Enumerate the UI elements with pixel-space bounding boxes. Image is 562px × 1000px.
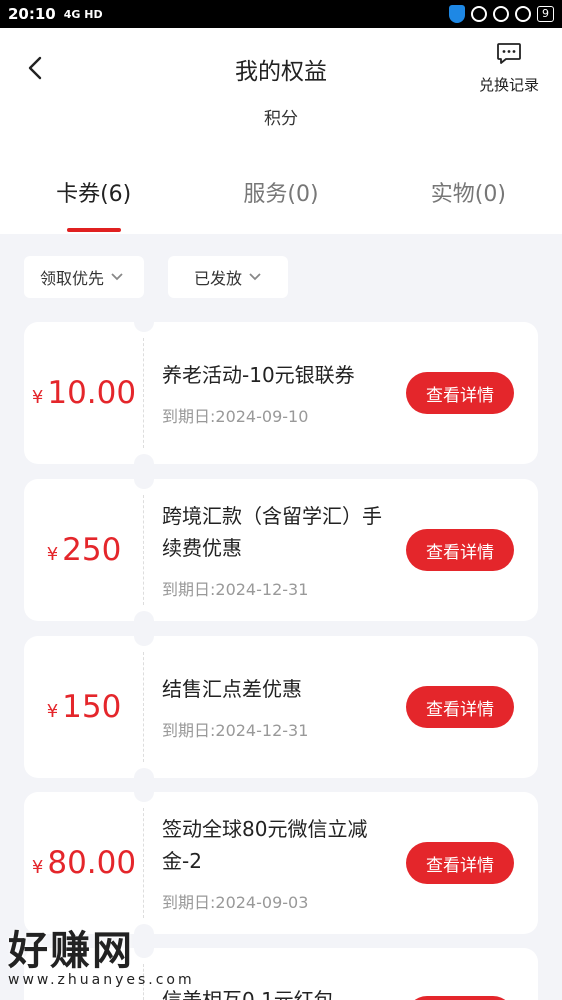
watermark-url: www.zhuanyes.com [8, 972, 195, 988]
status-filter-dropdown[interactable]: 已发放 [168, 256, 288, 298]
watermark: 好赚网 www.zhuanyes.com [8, 918, 195, 988]
exchange-record-button[interactable]: 兑换记录 [474, 42, 544, 95]
filter-bar: 领取优先 已发放 [24, 256, 288, 298]
tab-services[interactable]: 服务(0) [187, 176, 374, 216]
view-details-button[interactable]: 查看详情 [406, 842, 514, 884]
status-time: 20:10 [8, 5, 56, 23]
coupon-name: 结售汇点差优惠 [162, 677, 302, 701]
coupon-name: 跨境汇款（含留学汇）手续费优惠 [162, 504, 382, 560]
status-icons: 9 [449, 5, 554, 23]
coupon-card: ¥10.00 养老活动-10元银联券 到期日:2024-09-10 查看详情 [24, 312, 538, 474]
coupon-card: ¥250 跨境汇款（含留学汇）手续费优惠 到期日:2024-12-31 查看详情 [24, 469, 538, 631]
sort-filter-dropdown[interactable]: 领取优先 [24, 256, 144, 298]
tab-cards-label: 卡券(6) [56, 182, 132, 207]
tab-active-indicator [66, 228, 121, 232]
view-details-button[interactable] [406, 996, 514, 1000]
lock-rotation-icon [493, 6, 509, 22]
status-bar: 20:10 4G HD 9 [0, 0, 562, 28]
coupon-card: ¥150 结售汇点差优惠 到期日:2024-12-31 查看详情 [24, 626, 538, 788]
coupon-amount: ¥80.00 [31, 845, 137, 881]
tab-services-label: 服务(0) [243, 182, 319, 207]
network-indicator: 4G HD [63, 7, 103, 21]
alarm-icon [515, 6, 531, 22]
battery-icon: 9 [537, 6, 554, 22]
page-header: 我的权益 积分 兑换记录 卡券(6) 服务(0) 实物(0) [0, 28, 562, 234]
coupon-expiry: 到期日:2024-09-10 [162, 407, 309, 426]
coupon-name: 签动全球80元微信立减金-2 [162, 817, 368, 873]
tab-cards[interactable]: 卡券(6) [0, 176, 187, 232]
exchange-record-label: 兑换记录 [478, 76, 539, 94]
coupon-card: ¥80.00 签动全球80元微信立减金-2 到期日:2024-09-03 查看详… [24, 782, 538, 944]
page-subtitle: 积分 [264, 109, 298, 129]
tab-physical-label: 实物(0) [430, 182, 506, 207]
coupon-amount: ¥250 [46, 532, 122, 568]
chevron-down-icon [111, 273, 123, 281]
coupon-expiry: 到期日:2024-09-03 [162, 893, 309, 912]
view-details-button[interactable]: 查看详情 [406, 686, 514, 728]
coupon-name: 养老活动-10元银联券 [162, 363, 355, 387]
view-details-button[interactable]: 查看详情 [406, 372, 514, 414]
chevron-down-icon [249, 273, 261, 281]
nfc-icon [471, 6, 487, 22]
security-shield-icon [449, 5, 465, 23]
tab-bar: 卡券(6) 服务(0) 实物(0) [0, 176, 562, 232]
coupon-expiry: 到期日:2024-12-31 [162, 721, 309, 740]
coupon-amount: ¥150 [46, 689, 122, 725]
message-icon [497, 43, 521, 64]
sort-filter-label: 领取优先 [40, 269, 105, 288]
coupon-amount: ¥10.00 [31, 375, 137, 411]
watermark-text: 好赚网 [8, 928, 134, 974]
coupon-name: 信美相互0.1元红包 [162, 988, 334, 1000]
coupon-expiry: 到期日:2024-12-31 [162, 580, 309, 599]
status-filter-label: 已发放 [193, 269, 242, 288]
view-details-button[interactable]: 查看详情 [406, 529, 514, 571]
tab-physical[interactable]: 实物(0) [375, 176, 562, 216]
